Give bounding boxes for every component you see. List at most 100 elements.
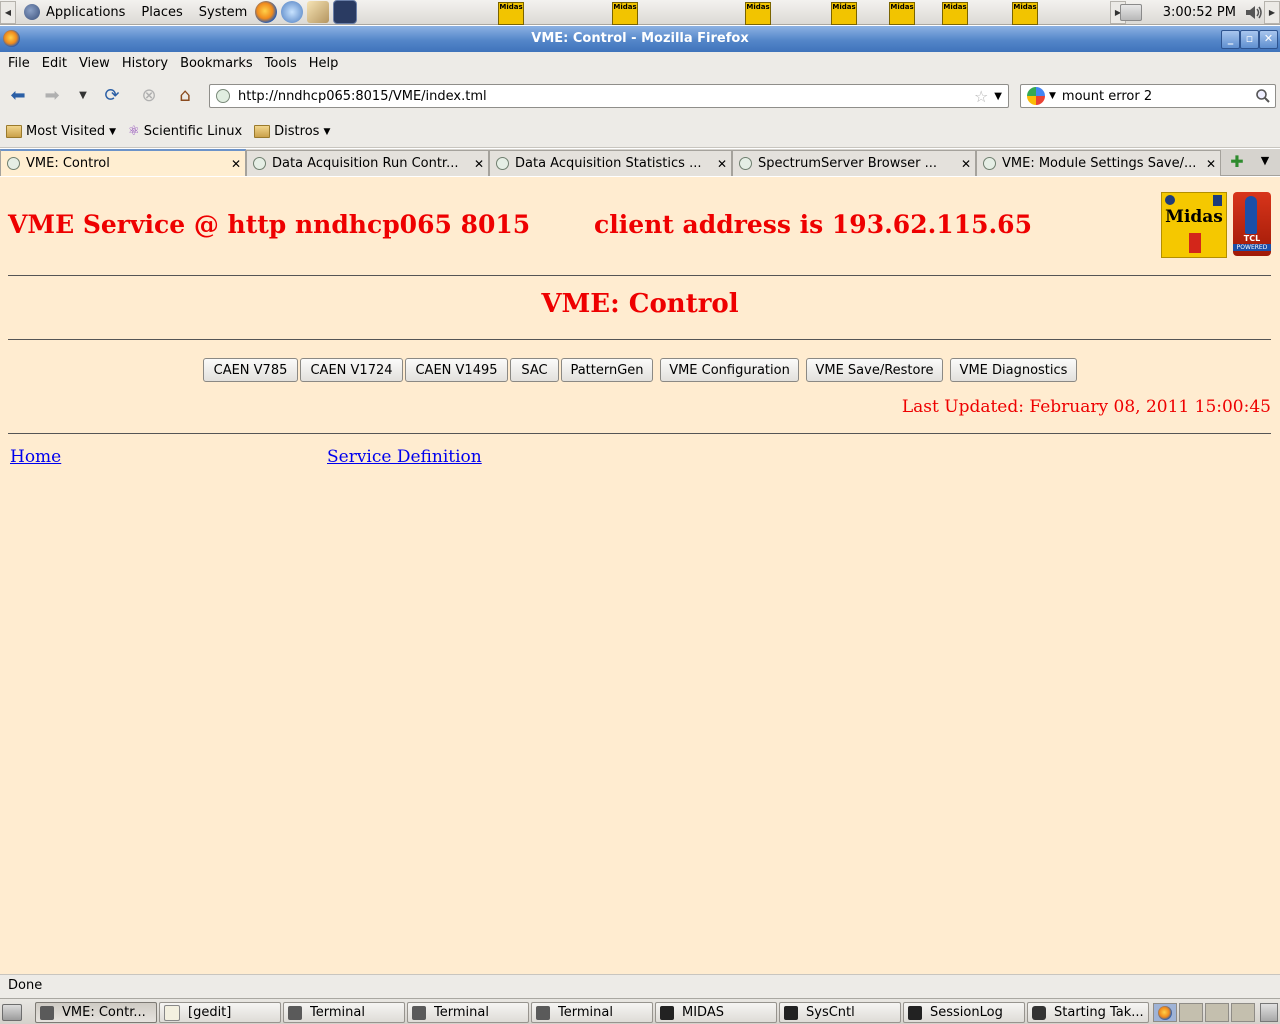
menu-view[interactable]: View	[73, 56, 116, 71]
patterngen-button[interactable]: PatternGen	[561, 358, 653, 382]
search-input[interactable]: mount error 2	[1062, 89, 1255, 104]
midas-applet-icon[interactable]: Midas	[745, 2, 771, 25]
new-tab-button[interactable]: ✚	[1227, 152, 1247, 172]
firefox-icon	[40, 1005, 54, 1020]
google-engine-icon[interactable]	[1027, 87, 1045, 105]
taskbar-gedit[interactable]: [gedit]	[159, 1002, 281, 1023]
search-bar[interactable]: ▼ mount error 2	[1020, 84, 1276, 108]
url-bar[interactable]: http://nndhcp065:8015/VME/index.tml ☆ ▼	[209, 84, 1009, 108]
menu-help[interactable]: Help	[303, 56, 345, 71]
home-button[interactable]: ⌂	[172, 82, 198, 108]
service-definition-link[interactable]: Service Definition	[327, 447, 482, 467]
forward-button[interactable]: ➡	[39, 82, 65, 108]
sessionlog-icon	[908, 1005, 922, 1020]
minimize-button[interactable]: _	[1221, 30, 1240, 49]
trash-icon[interactable]	[1260, 1003, 1278, 1022]
firefox-icon[interactable]	[3, 30, 20, 47]
tab-module-settings[interactable]: VME: Module Settings Save/... ✕	[976, 150, 1221, 176]
close-window-button[interactable]: ✕	[1259, 30, 1278, 49]
tab-close-icon[interactable]: ✕	[227, 157, 245, 171]
divider	[8, 339, 1271, 340]
plus-icon: ✚	[1230, 152, 1244, 171]
syscntl-icon	[784, 1005, 798, 1020]
taskbar-sessionlog[interactable]: SessionLog	[903, 1002, 1025, 1023]
show-desktop-icon[interactable]	[2, 1004, 22, 1021]
tab-close-icon[interactable]: ✕	[713, 157, 731, 171]
menu-bookmarks[interactable]: Bookmarks	[174, 56, 259, 71]
midas-icon	[660, 1005, 674, 1020]
tab-list-button[interactable]: ▼	[1255, 154, 1275, 172]
bookmark-most-visited[interactable]: Most Visited ▼	[0, 124, 122, 139]
panel-scroll-right-button[interactable]: ▶	[1264, 1, 1280, 24]
volume-icon[interactable]	[1244, 3, 1264, 22]
terminal-icon	[288, 1005, 302, 1020]
url-history-dropdown-icon[interactable]: ▼	[994, 91, 1002, 102]
tab-spectrumserver[interactable]: SpectrumServer Browser ... ✕	[732, 150, 976, 176]
history-dropdown-button[interactable]: ▼	[70, 82, 96, 108]
chevron-down-icon: ▼	[109, 126, 117, 137]
site-identity-icon[interactable]	[216, 89, 230, 103]
home-link[interactable]: Home	[10, 447, 61, 467]
caen-v1495-button[interactable]: CAEN V1495	[405, 358, 508, 382]
mail-launcher-icon[interactable]	[281, 1, 304, 23]
tab-close-icon[interactable]: ✕	[470, 157, 488, 171]
caen-v785-button[interactable]: CAEN V785	[203, 358, 298, 382]
midas-applet-icon[interactable]: Midas	[1012, 2, 1038, 25]
bookmark-scientific-linux[interactable]: ⚛ Scientific Linux	[122, 124, 248, 139]
tab-close-icon[interactable]: ✕	[957, 157, 975, 171]
feather-icon	[1245, 196, 1257, 234]
midas-applet-icon[interactable]: Midas	[831, 2, 857, 25]
system-menu[interactable]: System	[191, 5, 255, 20]
taskbar-screenshot[interactable]: Starting Tak...	[1027, 1002, 1149, 1023]
most-visited-folder-icon	[6, 125, 22, 138]
last-updated-text: Last Updated: February 08, 2011 15:00:45	[901, 397, 1271, 417]
midas-applet-icon[interactable]: Midas	[612, 2, 638, 25]
search-icon[interactable]	[1255, 88, 1271, 104]
workspace-3[interactable]	[1205, 1003, 1229, 1022]
vme-configuration-button[interactable]: VME Configuration	[660, 358, 799, 382]
terminal-launcher-icon[interactable]	[333, 0, 358, 24]
panel-scroll-left-button[interactable]: ◀	[0, 0, 16, 24]
reload-button[interactable]: ⟳	[99, 82, 125, 108]
back-button[interactable]: ⬅	[5, 82, 31, 108]
taskbar-terminal[interactable]: Terminal	[283, 1002, 405, 1023]
taskbar-syscntl[interactable]: SysCntl	[779, 1002, 901, 1023]
midas-applet-icon[interactable]: Midas	[889, 2, 915, 25]
tab-vme-control[interactable]: VME: Control ✕	[0, 149, 246, 176]
menu-file[interactable]: File	[2, 56, 36, 71]
bookmark-star-icon[interactable]: ☆	[974, 87, 988, 106]
vme-save-restore-button[interactable]: VME Save/Restore	[806, 358, 943, 382]
places-menu[interactable]: Places	[133, 5, 190, 20]
bookmark-distros[interactable]: Distros ▼	[248, 124, 336, 139]
printer-icon[interactable]	[1120, 4, 1142, 21]
caen-v1724-button[interactable]: CAEN V1724	[300, 358, 403, 382]
taskbar-terminal[interactable]: Terminal	[531, 1002, 653, 1023]
midas-applet-icon[interactable]: Midas	[498, 2, 524, 25]
firefox-launcher-icon[interactable]	[255, 1, 278, 23]
workspace-4[interactable]	[1231, 1003, 1255, 1022]
taskbar-midas[interactable]: MIDAS	[655, 1002, 777, 1023]
url-input[interactable]: http://nndhcp065:8015/VME/index.tml	[238, 89, 974, 104]
midas-applet-icon[interactable]: Midas	[942, 2, 968, 25]
tab-statistics[interactable]: Data Acquisition Statistics ... ✕	[489, 150, 732, 176]
taskbar-terminal[interactable]: Terminal	[407, 1002, 529, 1023]
sac-button[interactable]: SAC	[510, 358, 559, 382]
taskbar-firefox[interactable]: VME: Contr...	[35, 1002, 157, 1023]
engine-dropdown-icon[interactable]: ▼	[1049, 91, 1056, 101]
workspace-1[interactable]	[1153, 1003, 1177, 1022]
editor-launcher-icon[interactable]	[307, 1, 330, 23]
page-icon	[496, 157, 509, 170]
tab-close-icon[interactable]: ✕	[1202, 157, 1220, 171]
tab-run-control[interactable]: Data Acquisition Run Contr... ✕	[246, 150, 489, 176]
workspace-2[interactable]	[1179, 1003, 1203, 1022]
maximize-button[interactable]: ▫	[1240, 30, 1259, 49]
window-titlebar[interactable]: VME: Control - Mozilla Firefox _ ▫ ✕	[0, 26, 1280, 52]
menu-edit[interactable]: Edit	[36, 56, 73, 71]
menu-tools[interactable]: Tools	[259, 56, 303, 71]
menu-history[interactable]: History	[116, 56, 174, 71]
applications-menu[interactable]: Applications	[16, 4, 133, 20]
stop-button[interactable]: ⊗	[136, 82, 162, 108]
tab-strip: VME: Control ✕ Data Acquisition Run Cont…	[0, 149, 1280, 176]
vme-diagnostics-button[interactable]: VME Diagnostics	[950, 358, 1077, 382]
clock[interactable]: 3:00:52 PM	[1163, 0, 1236, 25]
